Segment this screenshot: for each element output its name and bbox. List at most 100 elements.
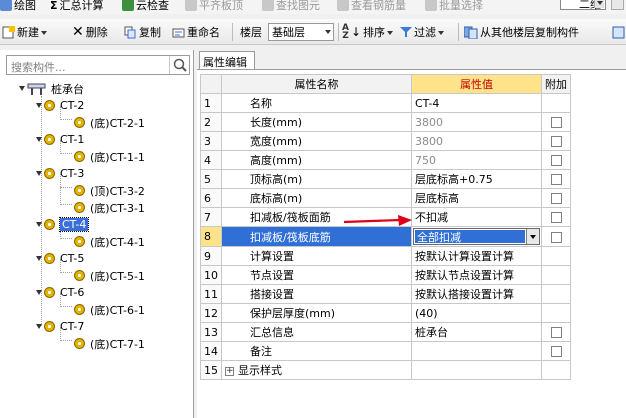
add-checkbox[interactable] xyxy=(550,346,562,357)
tree-root[interactable]: 桩承台 xyxy=(19,80,84,97)
tree-item-ct-1-1[interactable]: (底)CT-1-1 xyxy=(74,148,145,165)
table-row[interactable]: 12 保护层厚度(mm) (40) xyxy=(200,303,571,323)
name-column-header: 属性名称 xyxy=(221,74,412,94)
tree-item-ct-4[interactable]: CT-4 xyxy=(36,216,90,233)
tree-line xyxy=(60,340,72,341)
property-value[interactable] xyxy=(411,360,542,380)
expand-toggle-icon[interactable] xyxy=(36,137,42,142)
tree-item-ct-2[interactable]: CT-2 xyxy=(36,97,84,114)
tree-item-ct-5-1[interactable]: (底)CT-5-1 xyxy=(74,267,145,284)
add-checkbox[interactable] xyxy=(550,193,562,204)
expand-toggle-icon[interactable] xyxy=(36,256,42,261)
property-value[interactable]: CT-4 xyxy=(411,93,542,113)
delete-icon: ✕ xyxy=(72,24,84,40)
table-row[interactable]: 10 节点设置 按默认节点设置计算 xyxy=(200,265,571,285)
tree-item-ct-1[interactable]: CT-1 xyxy=(36,131,84,148)
property-value[interactable]: 按默认节点设置计算 xyxy=(411,265,542,285)
table-row[interactable]: 4 高度(mm) 750 xyxy=(200,150,571,170)
expand-toggle-icon[interactable] xyxy=(36,103,42,108)
expand-plus-icon[interactable]: + xyxy=(225,366,234,376)
component-icon xyxy=(44,100,55,111)
expand-toggle-icon[interactable] xyxy=(36,222,42,227)
add-checkbox[interactable] xyxy=(550,174,562,185)
find-element-button[interactable]: 查找图元 xyxy=(262,0,320,13)
draw-icon xyxy=(0,0,12,11)
floor-select[interactable]: 基础层 xyxy=(268,23,334,41)
table-row[interactable]: 9 计算设置 按默认计算设置计算 xyxy=(200,246,571,266)
add-checkbox[interactable] xyxy=(550,231,562,243)
tree-line xyxy=(60,272,72,273)
filter-button[interactable]: 过滤 xyxy=(400,24,444,40)
tree-item-ct-6[interactable]: CT-6 xyxy=(36,284,84,301)
new-button[interactable]: 新建 xyxy=(2,24,47,40)
tree-line xyxy=(60,238,72,239)
property-value[interactable]: 桩承台 xyxy=(411,322,542,342)
search-input[interactable]: 搜索构件... xyxy=(6,55,190,75)
property-value[interactable] xyxy=(411,341,542,361)
cloud-check-button[interactable]: 云检查 xyxy=(122,0,169,13)
view-toggle-button[interactable] xyxy=(611,0,624,10)
expand-toggle-icon[interactable] xyxy=(36,324,42,329)
property-value[interactable]: 3800 xyxy=(411,131,542,151)
extra-tool-button[interactable] xyxy=(612,24,626,40)
property-name: 计算设置 xyxy=(221,246,412,266)
search-button[interactable] xyxy=(169,56,189,74)
value-dropdown[interactable]: 全部扣减 xyxy=(413,228,540,245)
table-row[interactable]: 14 备注 xyxy=(200,341,571,361)
property-name: 名称 xyxy=(221,93,412,113)
property-value[interactable]: 层底标高 xyxy=(411,188,542,208)
sort-button[interactable]: AZ ↓ 排序 xyxy=(342,24,394,41)
tree-item-ct-2-1[interactable]: (底)CT-2-1 xyxy=(74,114,145,131)
property-value-editor[interactable]: 全部扣减 xyxy=(411,226,542,247)
batch-select-button[interactable]: 批量选择 xyxy=(425,0,483,13)
property-value[interactable]: (40) xyxy=(411,303,542,323)
add-checkbox[interactable] xyxy=(550,155,562,166)
add-checkbox[interactable] xyxy=(550,327,562,338)
table-row[interactable]: 13 汇总信息 桩承台 xyxy=(200,322,571,342)
view-mode-combo[interactable]: 二维 xyxy=(560,0,606,11)
tree-item-ct-5[interactable]: CT-5 xyxy=(36,250,84,267)
property-value[interactable]: 不扣减 xyxy=(411,207,542,227)
expand-toggle-icon[interactable] xyxy=(19,86,25,91)
property-name: 保护层厚度(mm) xyxy=(221,303,412,323)
component-icon xyxy=(44,287,55,298)
property-name: 扣减板/筏板底筋 xyxy=(221,226,412,247)
tree-item-ct-7[interactable]: CT-7 xyxy=(36,318,84,335)
align-top-button[interactable]: 平齐板顶 xyxy=(185,0,243,13)
property-value[interactable]: 按默认计算设置计算 xyxy=(411,246,542,266)
table-row[interactable]: 11 搭接设置 按默认搭接设置计算 xyxy=(200,284,571,304)
table-row[interactable]: 5 顶标高(m) 层底标高+0.75 xyxy=(200,169,571,189)
table-row[interactable]: 6 底标高(m) 层底标高 xyxy=(200,188,571,208)
table-row[interactable]: 3 宽度(mm) 3800 xyxy=(200,131,571,151)
tab-property-edit[interactable]: 属性编辑 xyxy=(199,51,255,69)
tree-item-ct-3-1[interactable]: (底)CT-3-1 xyxy=(74,199,145,216)
table-row[interactable]: 1 名称 CT-4 xyxy=(200,93,571,113)
delete-button[interactable]: ✕ 删除 xyxy=(72,24,108,40)
add-cell xyxy=(541,188,571,208)
expand-toggle-icon[interactable] xyxy=(36,171,42,176)
table-row[interactable]: 15 + 显示样式 xyxy=(200,360,571,380)
table-row[interactable]: 2 长度(mm) 3800 xyxy=(200,112,571,132)
copy-button[interactable]: 复制 xyxy=(124,24,161,40)
tree-item-ct-3-2[interactable]: (顶)CT-3-2 xyxy=(74,182,145,199)
tree-item-ct-6-1[interactable]: (底)CT-6-1 xyxy=(74,301,145,318)
copy-from-floor-button[interactable]: 从其他楼层复制构件 xyxy=(464,24,579,40)
tree-item-ct-3[interactable]: CT-3 xyxy=(36,165,84,182)
property-value[interactable]: 3800 xyxy=(411,112,542,132)
table-row-selected[interactable]: 8 扣减板/筏板底筋 全部扣减 xyxy=(200,226,571,247)
summary-calc-button[interactable]: Σ 汇总计算 xyxy=(50,0,104,13)
view-rebar-button[interactable]: 查看钢筋量 xyxy=(337,0,406,13)
add-checkbox[interactable] xyxy=(550,136,562,147)
chevron-down-icon[interactable] xyxy=(526,229,539,244)
expand-toggle-icon[interactable] xyxy=(36,290,42,295)
add-checkbox[interactable] xyxy=(550,212,562,223)
property-value[interactable]: 750 xyxy=(411,150,542,170)
property-value[interactable]: 按默认搭接设置计算 xyxy=(411,284,542,304)
tree-item-ct-7-1[interactable]: (底)CT-7-1 xyxy=(74,335,145,352)
draw-button[interactable]: 绘图 xyxy=(0,0,36,13)
add-checkbox[interactable] xyxy=(550,117,562,128)
tree-item-ct-4-1[interactable]: (底)CT-4-1 xyxy=(74,233,145,250)
property-value[interactable]: 层底标高+0.75 xyxy=(411,169,542,189)
floor-label: 楼层 xyxy=(240,26,262,39)
rename-button[interactable]: 重命名 xyxy=(172,24,220,40)
